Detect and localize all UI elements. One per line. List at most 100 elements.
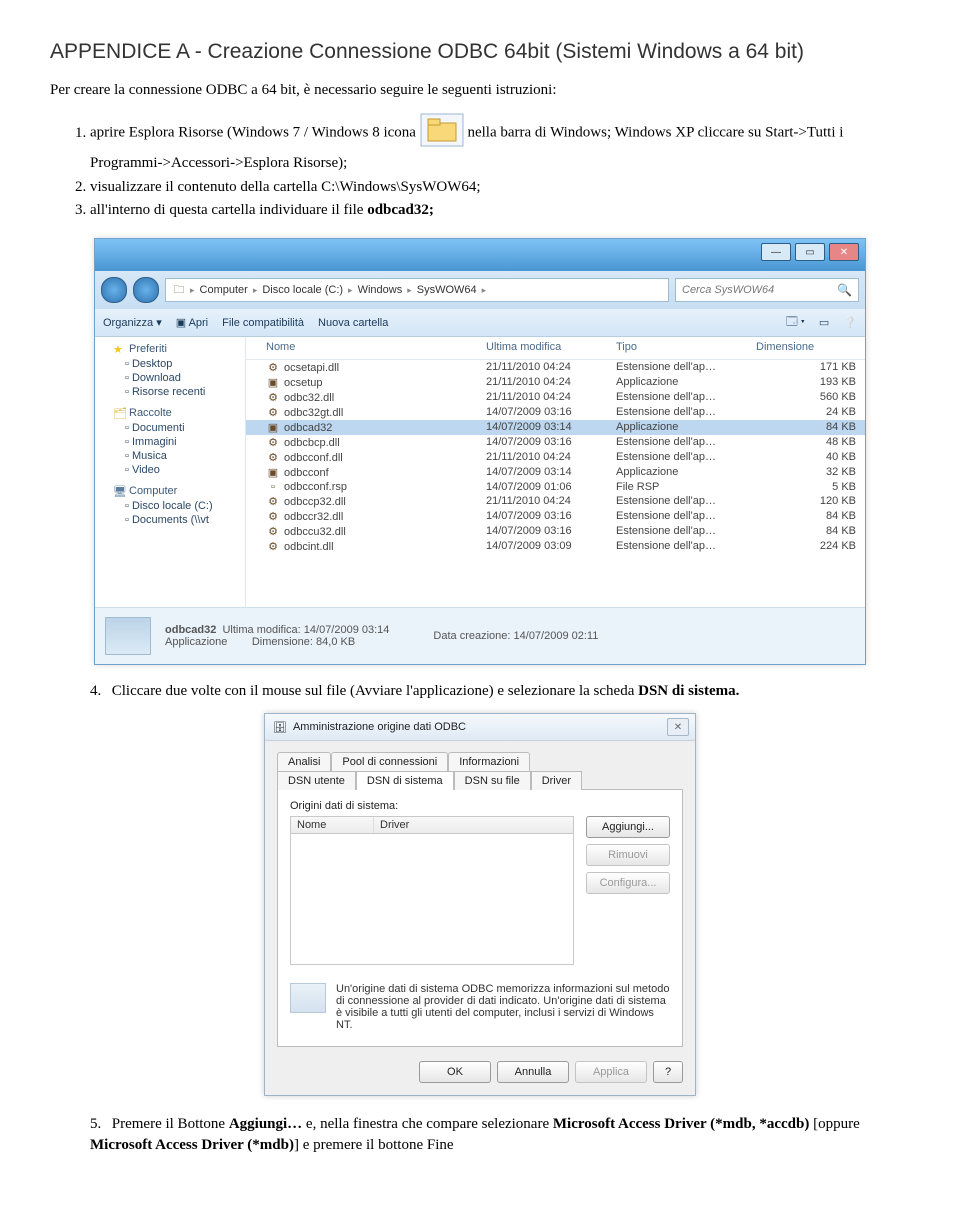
add-button[interactable]: Aggiungi... [586, 816, 670, 838]
table-row[interactable]: ⚙odbcbcp.dll14/07/2009 03:16Estensione d… [246, 435, 865, 450]
sidebar-item-documents[interactable]: ▫ Documenti [95, 421, 245, 435]
table-row[interactable]: ▣odbcconf14/07/2009 03:14Applicazione32 … [246, 465, 865, 480]
table-row[interactable]: ▫odbcconf.rsp14/07/2009 01:06File RSP5 K… [246, 480, 865, 494]
file-icon: ⚙ [266, 436, 280, 449]
tab-driver[interactable]: Driver [531, 771, 582, 790]
step-3: all'interno di questa cartella individua… [90, 200, 910, 220]
sidebar-item-disk-c[interactable]: ▫ Disco locale (C:) [95, 499, 245, 513]
step5-f: Microsoft Access Driver (*mdb) [90, 1137, 294, 1153]
sidebar-item-desktop[interactable]: ▫ Desktop [95, 357, 245, 371]
tb-newfolder[interactable]: Nuova cartella [318, 317, 388, 329]
file-icon: ⚙ [266, 525, 280, 538]
col-dsn-name[interactable]: Nome [291, 817, 374, 833]
ok-button[interactable]: OK [419, 1061, 491, 1083]
step5-b: Aggiungi… [229, 1116, 302, 1132]
info-box: Un'origine dati di sistema ODBC memorizz… [290, 975, 670, 1031]
breadcrumb[interactable]: 🗀 ▸ Computer▸ Disco locale (C:)▸ Windows… [165, 278, 669, 302]
info-text: Un'origine dati di sistema ODBC memorizz… [336, 983, 670, 1031]
odbc-title-icon: 🗄 [273, 721, 287, 734]
table-row[interactable]: ⚙odbccr32.dll14/07/2009 03:16Estensione … [246, 509, 865, 524]
explorer-folder-icon [420, 113, 464, 153]
side-buttons: Aggiungi... Rimuovi Configura... [586, 816, 670, 900]
table-row[interactable]: ⚙ocsetapi.dll21/11/2010 04:24Estensione … [246, 360, 865, 375]
minimize-button[interactable]: — [761, 243, 791, 261]
crumb-computer[interactable]: Computer [195, 284, 253, 296]
status-modified: Ultima modifica: 14/07/2009 03:14 [222, 624, 389, 636]
crumb-c[interactable]: Disco locale (C:) [257, 284, 348, 296]
sidebar-favorites-hd[interactable]: ★Preferiti [95, 341, 245, 357]
tb-open[interactable]: ▣ Apri [176, 316, 208, 329]
explorer-toolbar: Organizza ▾ ▣ Apri File compatibilità Nu… [95, 309, 865, 337]
step5-g: ] e premere il bottone Fine [294, 1137, 454, 1153]
sidebar-item-images[interactable]: ▫ Immagini [95, 435, 245, 449]
tb-organize[interactable]: Organizza ▾ [103, 316, 162, 329]
table-row[interactable]: ▣ocsetup21/11/2010 04:24Applicazione193 … [246, 375, 865, 390]
tab-info[interactable]: Informazioni [448, 752, 530, 771]
remove-button[interactable]: Rimuovi [586, 844, 670, 866]
help-button[interactable]: ? [653, 1061, 683, 1083]
close-button[interactable]: ✕ [829, 243, 859, 261]
crumb-windows[interactable]: Windows [353, 284, 408, 296]
odbc-title-text: Amministrazione origine dati ODBC [293, 721, 466, 733]
cancel-button[interactable]: Annulla [497, 1061, 569, 1083]
page-title: APPENDICE A - Creazione Connessione ODBC… [50, 40, 910, 64]
sidebar-item-netdoc[interactable]: ▫ Documents (\\vt [95, 513, 245, 527]
tab-pool[interactable]: Pool di connessioni [331, 752, 448, 771]
table-row[interactable]: ⚙odbccp32.dll21/11/2010 04:24Estensione … [246, 494, 865, 509]
tab-analisi[interactable]: Analisi [277, 752, 331, 771]
col-type[interactable]: Tipo [616, 341, 756, 353]
tb-compat[interactable]: File compatibilità [222, 317, 304, 329]
crumb-syswow64[interactable]: SysWOW64 [412, 284, 482, 296]
help-icon[interactable]: ❔ [843, 316, 857, 329]
search-input[interactable]: Cerca SysWOW64 🔍 [675, 278, 859, 302]
status-type: Applicazione [165, 636, 227, 648]
back-button[interactable] [101, 277, 127, 303]
sidebar-item-recent[interactable]: ▫ Risorse recenti [95, 385, 245, 399]
table-row[interactable]: ▣odbcad3214/07/2009 03:14Applicazione84 … [246, 420, 865, 435]
file-icon: ⚙ [266, 495, 280, 508]
sidebar-computer-hd[interactable]: 🖥Computer [95, 483, 245, 499]
file-icon: ⚙ [266, 391, 280, 404]
sidebar-libraries-hd[interactable]: 🗂Raccolte [95, 405, 245, 421]
odbc-close-button[interactable]: ✕ [667, 718, 689, 736]
search-icon: 🔍 [837, 283, 852, 297]
maximize-button[interactable]: ▭ [795, 243, 825, 261]
dialog-buttons: OK Annulla Applica ? [265, 1053, 695, 1095]
table-row[interactable]: ⚙odbc32.dll21/11/2010 04:24Estensione de… [246, 390, 865, 405]
status-size: Dimensione: 84,0 KB [252, 636, 355, 648]
col-dsn-driver[interactable]: Driver [374, 817, 573, 833]
forward-button[interactable] [133, 277, 159, 303]
configure-button[interactable]: Configura... [586, 872, 670, 894]
col-name[interactable]: Nome [266, 341, 486, 353]
info-icon [290, 983, 326, 1013]
step1-text-a: aprire Esplora Risorse (Windows 7 / Wind… [90, 125, 420, 141]
table-row[interactable]: ⚙odbcconf.dll21/11/2010 04:24Estensione … [246, 450, 865, 465]
search-placeholder: Cerca SysWOW64 [682, 284, 774, 296]
sidebar-item-music[interactable]: ▫ Musica [95, 449, 245, 463]
sidebar-item-download[interactable]: ▫ Download [95, 371, 245, 385]
col-modified[interactable]: Ultima modifica [486, 341, 616, 353]
table-row[interactable]: ⚙odbc32gt.dll14/07/2009 03:16Estensione … [246, 405, 865, 420]
tab-row-2: DSN utente DSN di sistema DSN su file Dr… [277, 770, 683, 789]
odbc-dialog: 🗄 Amministrazione origine dati ODBC ✕ Ana… [264, 713, 696, 1096]
file-icon: ⚙ [266, 406, 280, 419]
apply-button[interactable]: Applica [575, 1061, 647, 1083]
tab-dsn-user[interactable]: DSN utente [277, 771, 356, 790]
tab-dsn-system[interactable]: DSN di sistema [356, 771, 454, 790]
preview-icon[interactable]: ▭ [819, 316, 829, 329]
file-icon: ▫ [266, 481, 280, 493]
status-bar: odbcad32 Ultima modifica: 14/07/2009 03:… [95, 607, 865, 664]
table-row[interactable]: ⚙odbccu32.dll14/07/2009 03:16Estensione … [246, 524, 865, 539]
tab-dsn-file[interactable]: DSN su file [454, 771, 531, 790]
sidebar-item-video[interactable]: ▫ Video [95, 463, 245, 477]
step5-d: Microsoft Access Driver (*mdb, *accdb) [553, 1116, 809, 1132]
col-size[interactable]: Dimensione [756, 341, 856, 353]
view-icon[interactable]: 🗔 ▾ [786, 313, 805, 332]
file-icon: ▣ [266, 376, 280, 389]
file-icon: ⚙ [266, 510, 280, 523]
intro-text: Per creare la connessione ODBC a 64 bit,… [50, 82, 910, 99]
status-created: Data creazione: 14/07/2009 02:11 [433, 630, 598, 642]
dsn-list[interactable] [290, 834, 574, 965]
dsn-list-header: Nome Driver [290, 816, 574, 834]
table-row[interactable]: ⚙odbcint.dll14/07/2009 03:09Estensione d… [246, 539, 865, 554]
